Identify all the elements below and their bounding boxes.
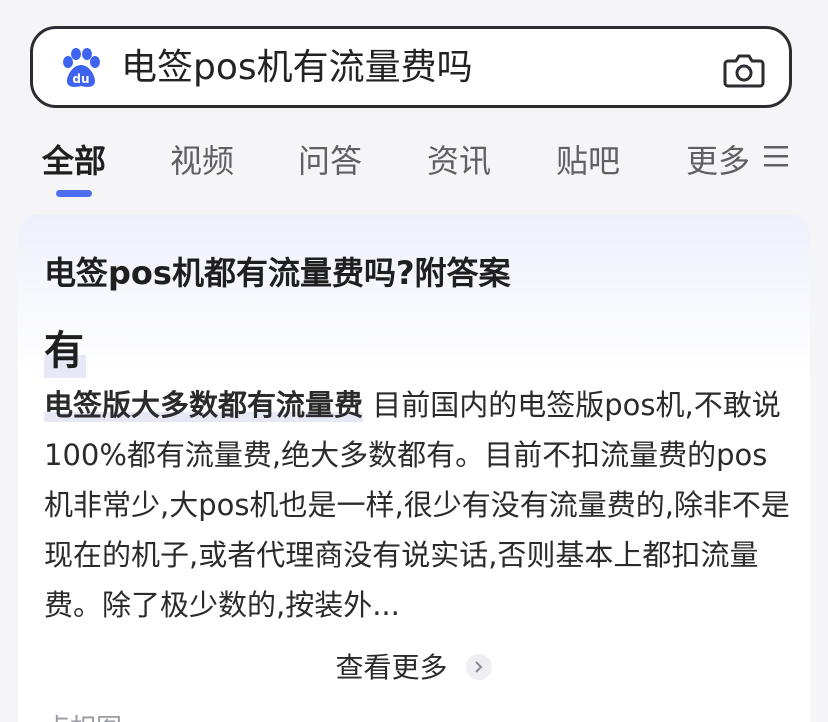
- tab-video[interactable]: 视频: [170, 136, 234, 182]
- highlight-text: 电签版大多数都有流量费: [44, 388, 364, 422]
- baidu-logo-icon[interactable]: du: [59, 47, 103, 89]
- search-input[interactable]: 电签pos机有流量费吗: [121, 43, 473, 93]
- camera-icon[interactable]: [723, 51, 765, 89]
- hamburger-menu-icon[interactable]: [762, 144, 790, 168]
- result-title[interactable]: 电签pos机都有流量费吗?附答案: [44, 248, 511, 294]
- tab-more[interactable]: 更多: [686, 136, 750, 182]
- partial-next-text: 点相图: [44, 708, 122, 722]
- body-text: 目前国内的电签版pos机,不敢说100%都有流量费,绝大多数都有。目前不扣流量费…: [44, 388, 790, 622]
- result-body: 电签版大多数都有流量费 目前国内的电签版pos机,不敢说100%都有流量费,绝大…: [44, 380, 792, 630]
- tab-bar: 全部 视频 问答 资讯 贴吧 更多: [0, 130, 828, 200]
- result-card[interactable]: 电签pos机都有流量费吗?附答案 有 电签版大多数都有流量费 目前国内的电签版p…: [18, 214, 810, 722]
- answer-text: 有: [44, 318, 86, 378]
- svg-text:du: du: [72, 72, 89, 86]
- tab-all[interactable]: 全部: [42, 136, 106, 182]
- view-more-label: 查看更多: [335, 651, 448, 684]
- tab-qa[interactable]: 问答: [298, 136, 362, 182]
- active-tab-indicator: [56, 190, 92, 197]
- view-more-button[interactable]: 查看更多: [18, 646, 810, 686]
- chevron-right-icon: [466, 654, 493, 680]
- search-bar[interactable]: du 电签pos机有流量费吗: [30, 26, 792, 108]
- page: du 电签pos机有流量费吗 全部 视频 问答 资讯 贴吧 更多 电签pos机都…: [0, 0, 828, 722]
- tab-tieba[interactable]: 贴吧: [556, 136, 620, 182]
- tab-news[interactable]: 资讯: [427, 136, 491, 182]
